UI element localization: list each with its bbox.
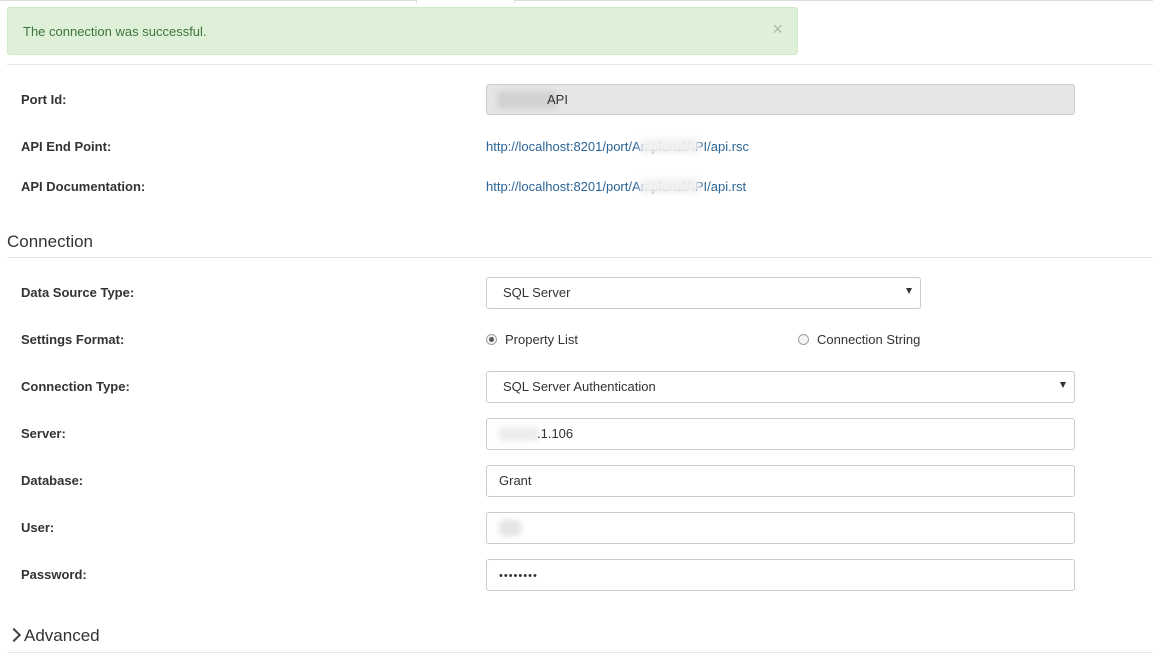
user-label: User: <box>21 520 55 535</box>
connection-type-label: Connection Type: <box>21 379 130 394</box>
api-endpoint-link[interactable]: http://localhost:8201/port/AmplenolAPI/a… <box>486 139 749 154</box>
radio-property-list-label: Property List <box>505 332 578 347</box>
caret-down-icon <box>1060 382 1066 388</box>
server-value: .1.106 <box>537 426 574 441</box>
success-alert: The connection was successful. × <box>7 7 798 55</box>
tab-strip-border <box>0 0 416 1</box>
redacted-blur <box>640 179 700 193</box>
data-source-type-label: Data Source Type: <box>21 285 135 300</box>
database-input[interactable]: Grant <box>486 465 1075 497</box>
port-id-label: Port Id: <box>21 92 67 107</box>
database-label: Database: <box>21 473 84 488</box>
radio-property-list[interactable]: Property List <box>486 332 578 347</box>
radio-unchecked-icon[interactable] <box>798 334 809 345</box>
redacted-blur <box>499 427 539 441</box>
tab-strip <box>0 0 1153 3</box>
api-documentation-label: API Documentation: <box>21 179 146 194</box>
api-endpoint-label: API End Point: <box>21 139 112 154</box>
close-icon[interactable]: × <box>772 20 783 38</box>
divider <box>7 257 1153 258</box>
port-id-value: API <box>547 92 568 107</box>
chevron-right-icon[interactable] <box>6 627 22 643</box>
advanced-section-title[interactable]: Advanced <box>24 626 100 646</box>
connection-section-title: Connection <box>7 232 94 251</box>
redacted-blur <box>499 520 521 536</box>
tab-strip-border-right <box>514 0 1153 1</box>
radio-connection-string-label: Connection String <box>817 332 921 347</box>
radio-connection-string[interactable]: Connection String <box>798 332 920 347</box>
caret-down-icon <box>906 288 912 294</box>
settings-format-label: Settings Format: <box>21 332 125 347</box>
divider <box>7 64 1153 65</box>
connection-type-select[interactable]: SQL Server Authentication <box>486 371 1075 403</box>
server-input[interactable]: .1.106 <box>486 418 1075 450</box>
data-source-type-select[interactable]: SQL Server <box>486 277 921 309</box>
database-value: Grant <box>499 473 532 488</box>
password-label: Password: <box>21 567 87 582</box>
port-id-field: API <box>486 84 1075 115</box>
server-label: Server: <box>21 426 66 441</box>
api-documentation-link[interactable]: http://localhost:8201/port/AmplenolAPI/a… <box>486 179 746 194</box>
user-input[interactable] <box>486 512 1075 544</box>
alert-message: The connection was successful. <box>23 24 207 39</box>
settings-page: The connection was successful. × Port Id… <box>0 0 1153 657</box>
password-value: •••••••• <box>499 570 538 582</box>
data-source-type-value: SQL Server <box>503 285 571 300</box>
radio-checked-icon[interactable] <box>486 334 497 345</box>
password-input[interactable]: •••••••• <box>486 559 1075 591</box>
connection-type-value: SQL Server Authentication <box>503 379 656 394</box>
divider <box>7 652 1153 653</box>
redacted-blur <box>640 139 700 153</box>
tab-active[interactable] <box>416 0 515 3</box>
